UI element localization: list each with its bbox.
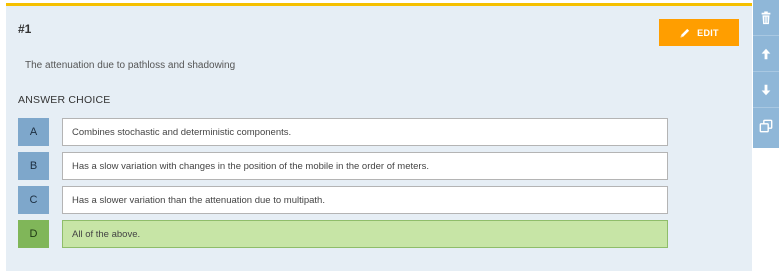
edit-button[interactable]: EDIT (659, 19, 739, 46)
answer-choice-a[interactable]: A Combines stochastic and deterministic … (18, 118, 668, 146)
choice-letter: B (18, 152, 49, 180)
answer-choice-c[interactable]: C Has a slower variation than the attenu… (18, 186, 668, 214)
choice-letter: C (18, 186, 49, 214)
choice-letter: D (18, 220, 49, 248)
choice-text[interactable]: Combines stochastic and deterministic co… (62, 118, 668, 146)
pencil-icon (679, 27, 691, 39)
page: #1 EDIT The attenuation due to pathloss … (0, 0, 779, 273)
move-up-button[interactable] (753, 36, 779, 72)
choice-text[interactable]: All of the above. (62, 220, 668, 248)
choice-letter: A (18, 118, 49, 146)
arrow-up-icon (759, 47, 773, 61)
choice-text[interactable]: Has a slower variation than the attenuat… (62, 186, 668, 214)
question-card: #1 EDIT The attenuation due to pathloss … (6, 3, 752, 271)
arrow-down-icon (759, 83, 773, 97)
answer-choice-b[interactable]: B Has a slow variation with changes in t… (18, 152, 668, 180)
move-down-button[interactable] (753, 72, 779, 108)
delete-button[interactable] (753, 0, 779, 36)
duplicate-icon (759, 119, 773, 133)
answer-choice-d-correct[interactable]: D All of the above. (18, 220, 668, 248)
trash-icon (759, 10, 773, 25)
edit-button-label: EDIT (697, 27, 719, 38)
question-number: #1 (18, 22, 32, 36)
duplicate-button[interactable] (753, 108, 779, 144)
answer-choice-heading: ANSWER CHOICE (18, 94, 111, 106)
side-toolbar (753, 0, 779, 148)
choice-text[interactable]: Has a slow variation with changes in the… (62, 152, 668, 180)
question-text: The attenuation due to pathloss and shad… (25, 60, 236, 71)
